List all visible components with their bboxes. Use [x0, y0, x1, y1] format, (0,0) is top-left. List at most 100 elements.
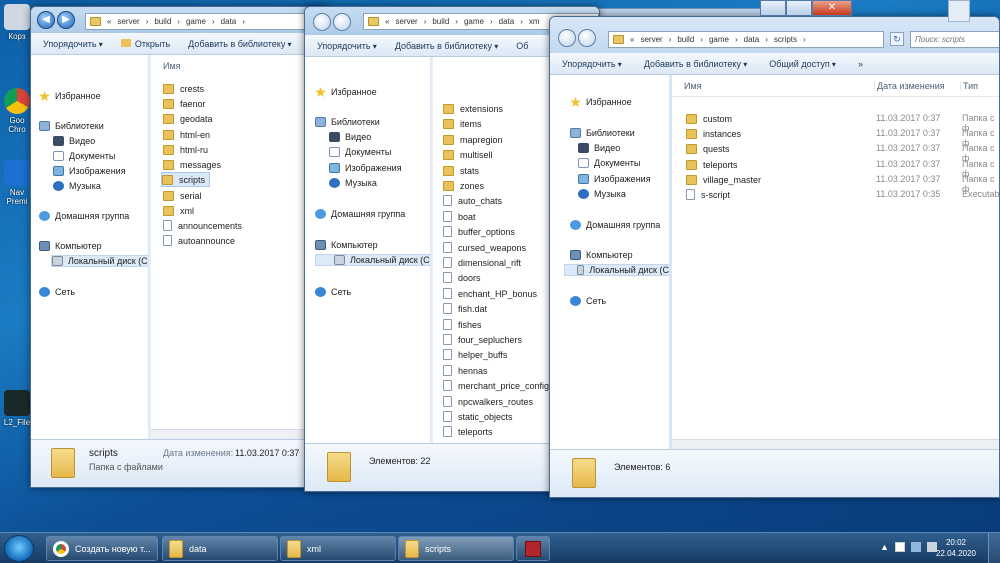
taskbar-button-data[interactable]: data — [162, 536, 278, 561]
nav-network[interactable]: Сеть — [315, 287, 351, 297]
organize-button[interactable]: Упорядочить — [317, 41, 377, 51]
list-item[interactable]: xml — [163, 203, 194, 218]
nav-music[interactable]: Музыка — [578, 189, 626, 199]
nav-libraries[interactable]: Библиотеки — [39, 121, 104, 131]
breadcrumb-3[interactable]: game — [186, 17, 206, 26]
more-button[interactable]: » — [858, 59, 863, 69]
nav-images[interactable]: Изображения — [329, 163, 402, 173]
organize-button[interactable]: Упорядочить — [43, 39, 103, 49]
list-item[interactable]: announcements — [163, 218, 242, 233]
nav-images[interactable]: Изображения — [53, 166, 126, 176]
title-bar[interactable]: ◀ ▶ « server › build › game › data › — [31, 7, 329, 33]
table-row[interactable]: village_master — [686, 172, 761, 187]
breadcrumb-0[interactable]: « — [385, 17, 389, 26]
column-name[interactable]: Имя — [684, 81, 702, 91]
breadcrumb-4[interactable]: data — [744, 35, 760, 44]
breadcrumb-0[interactable]: « — [630, 35, 634, 44]
address-bar[interactable]: « server › build › game › data › scripts › — [608, 31, 884, 48]
add-library-button[interactable]: Добавить в библиотеку — [395, 41, 498, 51]
breadcrumb-4[interactable]: data — [499, 17, 515, 26]
forward-icon[interactable] — [333, 13, 351, 31]
taskbar-button-game[interactable] — [516, 536, 550, 561]
forward-icon[interactable] — [578, 29, 596, 47]
breadcrumb-2[interactable]: build — [154, 17, 171, 26]
list-item[interactable]: four_sepluchers — [443, 332, 522, 347]
list-item[interactable]: stats — [443, 163, 479, 178]
table-row[interactable]: s-script — [686, 187, 730, 202]
breadcrumb-3[interactable]: game — [464, 17, 484, 26]
list-item[interactable]: auto_chats — [443, 193, 502, 208]
nav-local-disk[interactable]: Локальный диск (C — [564, 264, 669, 276]
explorer-window-data[interactable]: ◀ ▶ « server › build › game › data › Упорядо… — [30, 6, 330, 488]
nav-video[interactable]: Видео — [329, 132, 371, 142]
start-button[interactable] — [4, 535, 34, 562]
list-item[interactable]: fishes — [443, 317, 482, 332]
taskbar-button-scripts[interactable]: scripts — [398, 536, 514, 561]
nav-network[interactable]: Сеть — [39, 287, 75, 297]
table-row[interactable]: instances — [686, 126, 741, 141]
list-item[interactable]: zones — [443, 178, 484, 193]
show-hidden-icon[interactable]: ▲ — [880, 542, 889, 552]
horizontal-scrollbar[interactable] — [151, 429, 329, 439]
list-item[interactable]: dimensional_rift — [443, 255, 521, 270]
breadcrumb-2[interactable]: build — [677, 35, 694, 44]
add-library-button[interactable]: Добавить в библиотеку — [644, 59, 747, 69]
refresh-icon[interactable]: ↻ — [890, 32, 904, 46]
nav-images[interactable]: Изображения — [578, 174, 651, 184]
list-item[interactable]: serial — [163, 188, 202, 203]
breadcrumb-1[interactable]: server — [640, 35, 662, 44]
desktop-icon-top-right[interactable] — [948, 0, 970, 22]
close-button[interactable]: ✕ — [812, 0, 852, 16]
list-item[interactable]: autoannounce — [163, 233, 235, 248]
clock[interactable]: 20:02 22.04.2020 — [936, 537, 976, 559]
address-bar[interactable]: « server › build › game › data › — [85, 13, 329, 30]
list-item[interactable]: helper_buffs — [443, 347, 507, 362]
open-button[interactable]: Открыть — [120, 38, 170, 49]
nav-homegroup[interactable]: Домашняя группа — [570, 220, 660, 230]
list-item[interactable]: extensions — [443, 101, 503, 116]
list-item[interactable]: buffer_options — [443, 224, 515, 239]
back-icon[interactable] — [313, 13, 331, 31]
nav-libraries[interactable]: Библиотеки — [315, 117, 380, 127]
breadcrumb-5[interactable]: xm — [529, 17, 540, 26]
nav-homegroup[interactable]: Домашняя группа — [315, 209, 405, 219]
list-item[interactable]: cursed_weapons — [443, 240, 526, 255]
show-desktop-button[interactable] — [988, 533, 1000, 563]
list-item[interactable]: hennas — [443, 363, 488, 378]
horizontal-scrollbar[interactable] — [672, 439, 999, 449]
breadcrumb-0[interactable]: « — [107, 17, 111, 26]
desktop-icon-recycle[interactable]: Корз — [0, 4, 34, 41]
nav-music[interactable]: Музыка — [53, 181, 101, 191]
network-status-icon[interactable] — [910, 542, 921, 552]
list-item[interactable]: npcwalkers_routes — [443, 394, 533, 409]
column-date[interactable]: Дата изменения — [874, 81, 945, 91]
list-item[interactable]: doors — [443, 270, 481, 285]
nav-documents[interactable]: Документы — [578, 158, 640, 168]
breadcrumb-1[interactable]: server — [395, 17, 417, 26]
breadcrumb-2[interactable]: build — [432, 17, 449, 26]
nav-music[interactable]: Музыка — [329, 178, 377, 188]
nav-computer[interactable]: Компьютер — [570, 250, 633, 260]
breadcrumb-5[interactable]: scripts — [774, 35, 797, 44]
organize-button[interactable]: Упорядочить — [562, 59, 622, 69]
nav-network[interactable]: Сеть — [570, 296, 606, 306]
nav-documents[interactable]: Документы — [53, 151, 115, 161]
list-item[interactable]: boat — [443, 209, 476, 224]
column-type[interactable]: Тип — [960, 81, 978, 91]
list-item[interactable]: enchant_HP_bonus — [443, 286, 537, 301]
table-row[interactable]: teleports — [686, 157, 738, 172]
list-item-selected[interactable]: scripts — [161, 172, 211, 187]
taskbar-button-xml[interactable]: xml — [280, 536, 396, 561]
add-library-button[interactable]: Добавить в библиотеку — [188, 39, 291, 49]
breadcrumb-3[interactable]: game — [709, 35, 729, 44]
minimize-button[interactable] — [760, 0, 786, 16]
back-icon[interactable] — [558, 29, 576, 47]
nav-computer[interactable]: Компьютер — [315, 240, 378, 250]
list-item[interactable]: html-en — [163, 127, 210, 142]
search-input[interactable] — [910, 31, 999, 48]
nav-favorites[interactable]: Избранное — [570, 97, 632, 107]
breadcrumb-4[interactable]: data — [221, 17, 237, 26]
desktop-icon-app[interactable]: Nav Premi — [0, 160, 34, 206]
nav-local-disk[interactable]: Локальный диск (C — [315, 254, 430, 266]
list-item[interactable]: mapregion — [443, 132, 503, 147]
